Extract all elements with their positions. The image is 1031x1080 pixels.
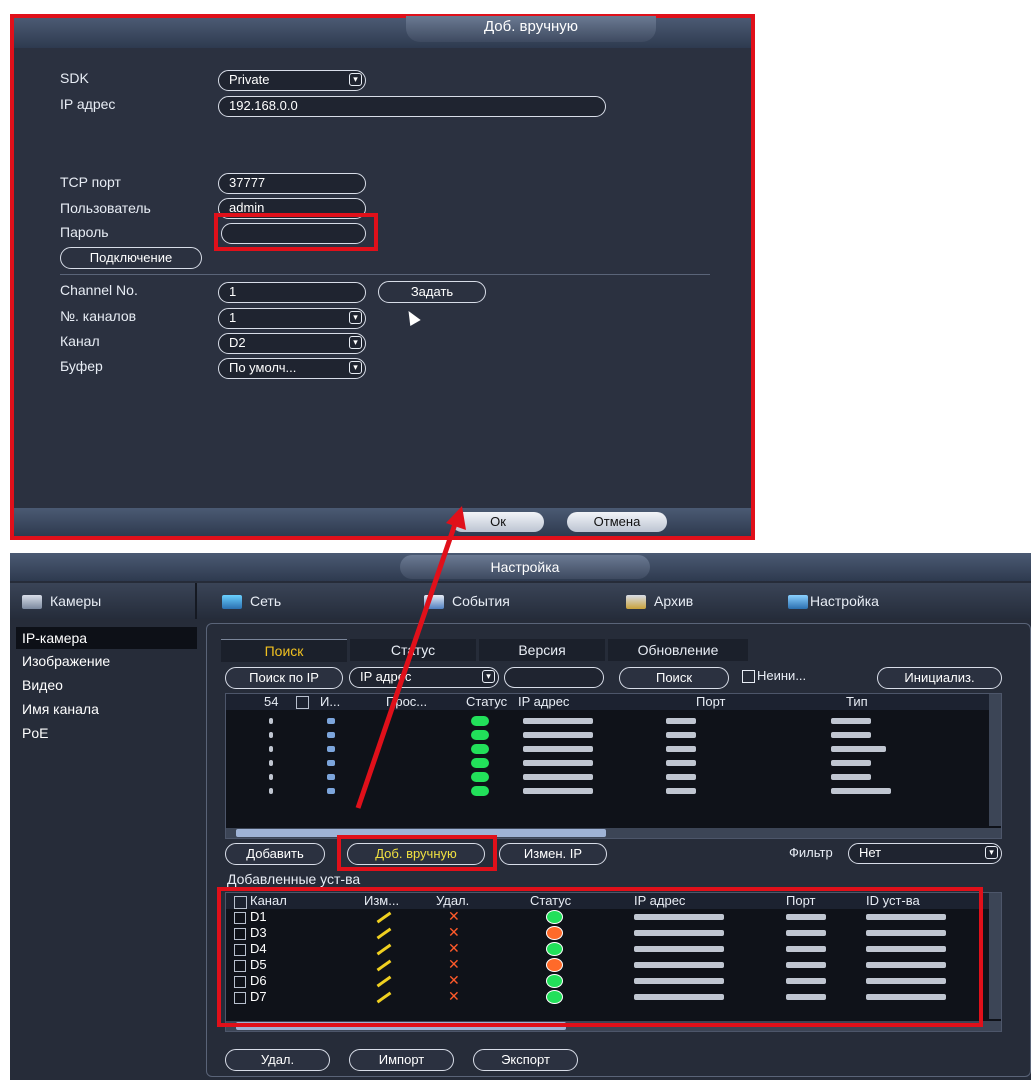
annotation-arrow [355, 506, 466, 809]
arrowhead-icon [446, 506, 466, 530]
arrow-line [355, 523, 458, 809]
